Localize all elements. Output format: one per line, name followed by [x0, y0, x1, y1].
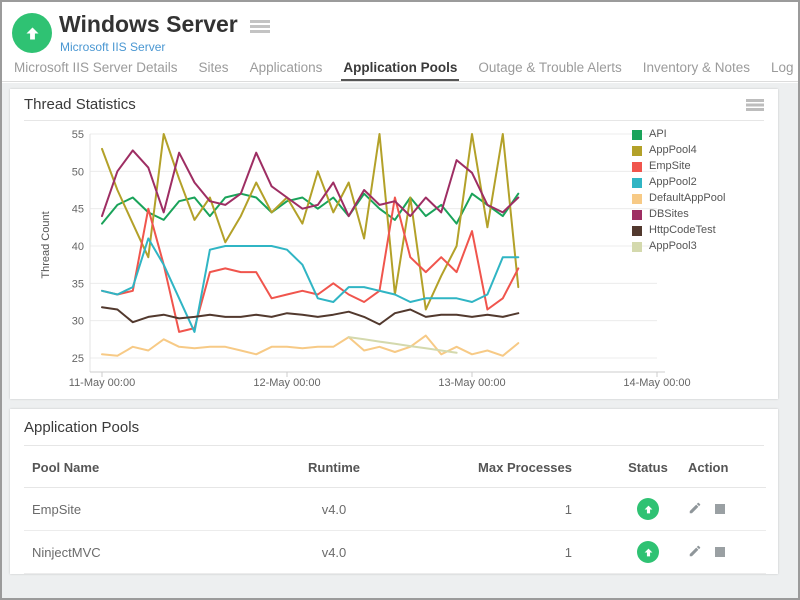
- legend-label: DefaultAppPool: [649, 193, 725, 204]
- legend-label: AppPool3: [649, 241, 697, 252]
- column-header-pool-name: Pool Name: [24, 446, 274, 488]
- title-menu-hamburger-icon[interactable]: [250, 20, 270, 33]
- edit-pencil-icon[interactable]: [688, 544, 702, 561]
- legend-item[interactable]: API: [632, 129, 725, 140]
- svg-text:14-May 00:00: 14-May 00:00: [623, 377, 690, 389]
- chart-legend: API AppPool4 EmpSite AppPool2 DefaultAppPool…: [632, 129, 725, 257]
- legend-item[interactable]: DefaultAppPool: [632, 193, 725, 204]
- legend-item[interactable]: AppPool3: [632, 241, 725, 252]
- legend-label: AppPool4: [649, 145, 697, 156]
- tab-inventory-notes[interactable]: Inventory & Notes: [641, 60, 752, 81]
- svg-text:11-May 00:00: 11-May 00:00: [69, 377, 135, 389]
- max-processes-cell: 1: [394, 531, 612, 574]
- legend-swatch-icon: [632, 210, 642, 220]
- legend-label: HttpCodeTest: [649, 225, 716, 236]
- stop-square-icon[interactable]: [715, 504, 725, 514]
- tab-sites[interactable]: Sites: [197, 60, 231, 81]
- svg-text:45: 45: [72, 204, 84, 216]
- column-header-runtime: Runtime: [274, 446, 394, 488]
- legend-swatch-icon: [632, 130, 642, 140]
- legend-label: DBSites: [649, 209, 689, 220]
- server-type-link[interactable]: Microsoft IIS Server: [60, 40, 165, 54]
- svg-text:50: 50: [72, 166, 84, 178]
- page-title: Windows Server: [59, 11, 238, 38]
- column-header-max-processes: Max Processes: [394, 446, 612, 488]
- legend-swatch-icon: [632, 226, 642, 236]
- column-header-status: Status: [612, 446, 684, 488]
- svg-text:35: 35: [72, 278, 84, 290]
- application-pools-panel: Application Pools Pool Name Runtime Max …: [10, 409, 778, 574]
- svg-text:40: 40: [72, 241, 84, 253]
- app-header: Windows Server Microsoft IIS Server: [2, 2, 798, 58]
- status-up-icon: [637, 541, 659, 563]
- thread-statistics-panel: Thread Statistics Thread Count 253035404…: [10, 89, 778, 399]
- application-pools-table: Pool Name Runtime Max Processes Status A…: [24, 446, 766, 574]
- svg-text:30: 30: [72, 316, 84, 328]
- svg-text:55: 55: [72, 129, 84, 141]
- thread-statistics-title: Thread Statistics: [24, 96, 136, 113]
- tab-bar: Microsoft IIS Server Details Sites Appli…: [2, 58, 798, 82]
- edit-pencil-icon[interactable]: [688, 501, 702, 518]
- legend-item[interactable]: AppPool4: [632, 145, 725, 156]
- pool-name-cell: EmpSite: [24, 488, 274, 531]
- status-up-icon: [637, 498, 659, 520]
- runtime-cell: v4.0: [274, 531, 394, 574]
- legend-label: EmpSite: [649, 161, 691, 172]
- runtime-cell: v4.0: [274, 488, 394, 531]
- thread-chart[interactable]: 25 30 35 40 45 50 55 11-May 00:00 12-May 00:00 13…: [10, 121, 710, 395]
- tab-log-report[interactable]: Log Report: [769, 60, 800, 81]
- tab-outage-trouble-alerts[interactable]: Outage & Trouble Alerts: [476, 60, 623, 81]
- legend-label: API: [649, 129, 667, 140]
- tab-server-details[interactable]: Microsoft IIS Server Details: [12, 60, 180, 81]
- application-pools-title: Application Pools: [24, 419, 139, 436]
- content-area: Thread Statistics Thread Count 253035404…: [2, 83, 798, 598]
- thread-chart-area: Thread Count 2530354045505511-May 00:001…: [10, 121, 778, 399]
- server-status-avatar: [12, 13, 52, 53]
- legend-swatch-icon: [632, 242, 642, 252]
- tab-application-pools[interactable]: Application Pools: [341, 60, 459, 81]
- svg-text:25: 25: [72, 353, 84, 365]
- legend-label: AppPool2: [649, 177, 697, 188]
- stop-square-icon[interactable]: [715, 547, 725, 557]
- pool-name-cell: NinjectMVC: [24, 531, 274, 574]
- legend-item[interactable]: EmpSite: [632, 161, 725, 172]
- tab-applications[interactable]: Applications: [248, 60, 325, 81]
- svg-text:13-May 00:00: 13-May 00:00: [438, 377, 505, 389]
- svg-text:12-May 00:00: 12-May 00:00: [253, 377, 320, 389]
- legend-item[interactable]: AppPool2: [632, 177, 725, 188]
- legend-swatch-icon: [632, 162, 642, 172]
- legend-swatch-icon: [632, 146, 642, 156]
- table-row: EmpSite v4.0 1: [24, 488, 766, 531]
- legend-swatch-icon: [632, 194, 642, 204]
- arrow-up-icon: [24, 25, 41, 42]
- column-header-action: Action: [684, 446, 766, 488]
- legend-item[interactable]: DBSites: [632, 209, 725, 220]
- legend-swatch-icon: [632, 178, 642, 188]
- max-processes-cell: 1: [394, 488, 612, 531]
- chart-menu-hamburger-icon[interactable]: [746, 99, 764, 111]
- legend-item[interactable]: HttpCodeTest: [632, 225, 725, 236]
- table-row: NinjectMVC v4.0 1: [24, 531, 766, 574]
